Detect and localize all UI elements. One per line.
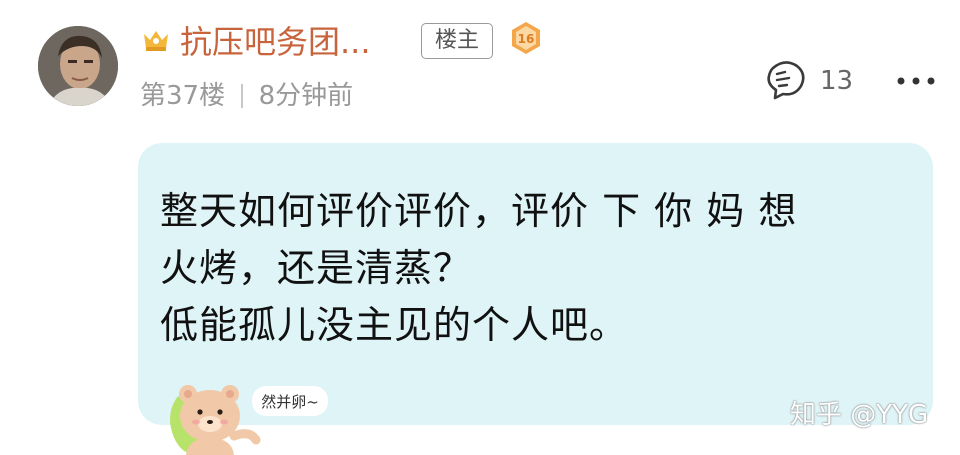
avatar-image [38,26,118,106]
level-badge-icon: 16 [512,22,540,54]
watermark: 知乎 @YYG [790,400,929,430]
more-icon[interactable] [896,76,936,86]
bear-sticker: 然并卵~ [170,385,328,455]
post-meta: 第37楼 8分钟前 [140,78,353,114]
owner-badge: 楼主 [421,23,493,59]
floor-number: 第37楼 [140,81,226,111]
reply-count: 13 [820,66,854,96]
post-content: 整天如何评价评价，评价 下 你 妈 想 火烤，还是清蒸？ 低能孤儿没主见的个人吧… [160,183,920,354]
content-line: 整天如何评价评价，评价 下 你 妈 想 [160,189,798,233]
sticker-text: 然并卵~ [261,393,319,411]
level-number: 16 [518,32,535,46]
username[interactable]: 抗压吧务团... [180,20,371,64]
meta-divider [241,84,243,108]
content-line: 火烤，还是清蒸？ [160,246,473,290]
crown-icon [144,31,168,51]
post-time: 8分钟前 [258,81,354,111]
reply-icon[interactable] [765,60,807,100]
content-line: 低能孤儿没主见的个人吧。 [160,303,629,347]
avatar[interactable] [38,26,118,106]
